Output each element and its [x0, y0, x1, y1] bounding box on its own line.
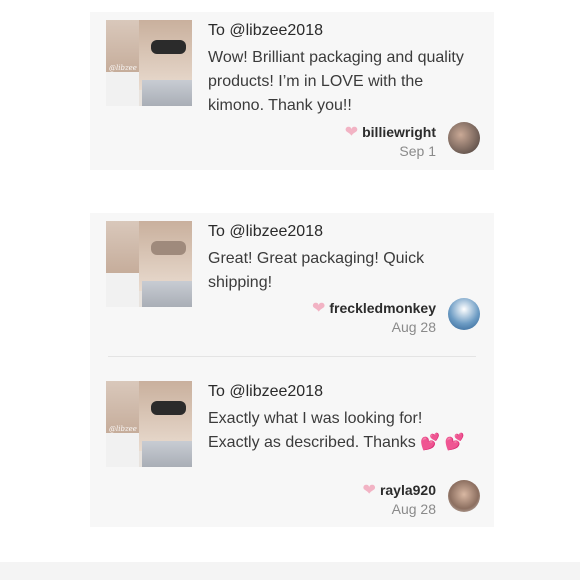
- review-item: @libzee To @libzee2018 Exactly what I wa…: [90, 373, 494, 527]
- review-item: To @libzee2018 Great! Great packaging! Q…: [90, 213, 494, 353]
- photo-bottom: [142, 80, 192, 106]
- reviewer-username[interactable]: rayla920: [380, 482, 436, 498]
- heart-icon: ❤: [362, 482, 376, 499]
- reviewer-username[interactable]: billiewright: [362, 124, 436, 140]
- product-thumbnail[interactable]: [106, 221, 192, 307]
- product-thumbnail[interactable]: @libzee: [106, 381, 192, 467]
- photo-blank: [106, 433, 139, 467]
- review-message: Exactly what I was looking for! Exactly …: [208, 407, 478, 455]
- bra-strap-shape: [151, 241, 186, 255]
- watermark: @libzee: [109, 64, 137, 72]
- reviewer[interactable]: ❤ billiewright: [345, 122, 436, 142]
- recipient-label: To @libzee2018: [208, 223, 323, 240]
- avatar[interactable]: [448, 480, 480, 512]
- avatar[interactable]: [448, 122, 480, 154]
- two-hearts-icon: 💕: [444, 434, 465, 451]
- photo-left: [106, 221, 142, 273]
- bottom-band: [0, 562, 580, 580]
- reviewer[interactable]: ❤ freckledmonkey: [312, 298, 436, 318]
- two-hearts-icon: 💕: [420, 434, 441, 451]
- divider: [108, 356, 476, 357]
- review-card: @libzee To @libzee2018 Wow! Brilliant pa…: [90, 12, 494, 170]
- review-item: @libzee To @libzee2018 Wow! Brilliant pa…: [90, 12, 494, 170]
- reviewer[interactable]: ❤ rayla920: [363, 480, 436, 500]
- recipient-label: To @libzee2018: [208, 22, 323, 39]
- reviewer-username[interactable]: freckledmonkey: [329, 300, 436, 316]
- photo-bottom: [142, 441, 192, 467]
- photo-blank: [106, 72, 139, 106]
- review-date: Aug 28: [391, 319, 436, 335]
- watermark: @libzee: [109, 425, 137, 433]
- review-date: Aug 28: [391, 501, 436, 517]
- recipient-label: To @libzee2018: [208, 383, 323, 400]
- photo-blank: [106, 273, 139, 307]
- review-message-text: Exactly what I was looking for! Exactly …: [208, 410, 423, 451]
- bra-strap-shape: [151, 40, 186, 54]
- photo-bottom: [142, 281, 192, 307]
- avatar[interactable]: [448, 298, 480, 330]
- review-date: Sep 1: [399, 143, 436, 159]
- heart-icon: ❤: [344, 124, 359, 141]
- heart-icon: ❤: [311, 300, 326, 317]
- bra-strap-shape: [151, 401, 186, 415]
- review-message: Great! Great packaging! Quick shipping!: [208, 250, 425, 291]
- product-thumbnail[interactable]: @libzee: [106, 20, 192, 106]
- review-card: To @libzee2018 Great! Great packaging! Q…: [90, 213, 494, 527]
- review-message: Wow! Brilliant packaging and quality pro…: [208, 49, 464, 114]
